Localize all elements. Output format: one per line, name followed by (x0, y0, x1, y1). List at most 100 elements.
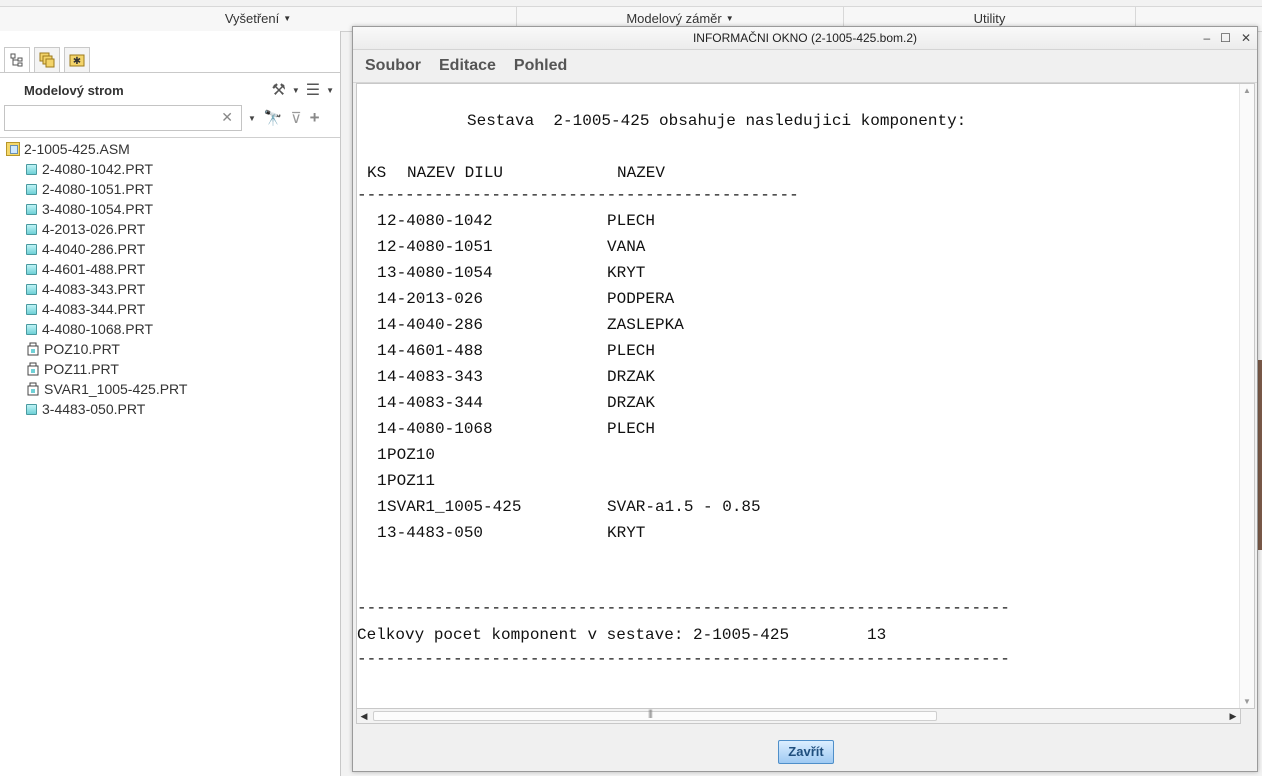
window-title: INFORMAČNI OKNO (2-1005-425.bom.2) (353, 27, 1257, 50)
separator-line: ----------------------------------------… (357, 599, 1010, 617)
tree-search-field[interactable]: ✕ (4, 105, 242, 131)
search-toolbar: ▼ 🔭 ⊽ + (248, 108, 320, 128)
tree-item-label: 3-4483-050.PRT (42, 401, 146, 417)
column-header-ks: KS (367, 164, 387, 182)
bom-row-part: 4-4083-343 (387, 368, 484, 386)
chevron-down-icon[interactable]: ▼ (292, 86, 300, 95)
tree-item-label: 4-4080-1068.PRT (42, 321, 154, 337)
column-header-name: NAZEV (617, 164, 666, 182)
bom-row-name: ZASLEPKA (607, 316, 684, 334)
horizontal-scrollbar[interactable]: ◀ ||| ▶ (356, 708, 1241, 724)
menu-editace[interactable]: Editace (439, 57, 496, 75)
tree-item-label: 2-4080-1042.PRT (42, 161, 154, 177)
chevron-down-icon[interactable]: ▼ (326, 86, 334, 95)
close-icon[interactable]: ✕ (1241, 31, 1251, 45)
bulk-part-icon (27, 382, 39, 396)
bom-row-name: KRYT (607, 264, 646, 282)
total-value: 13 (867, 626, 887, 644)
bom-row-part: 4-4080-1068 (387, 420, 493, 438)
tree-item-label: POZ10.PRT (44, 341, 120, 357)
part-icon (26, 323, 37, 335)
tree-item-label: 2-1005-425.ASM (24, 141, 130, 157)
bom-row-quantity: 1 (377, 472, 387, 490)
column-header-part: NAZEV DILU (407, 164, 504, 182)
report-heading: Sestava 2-1005-425 obsahuje nasledujici … (467, 112, 967, 130)
show-list-icon[interactable]: ☰ (306, 80, 320, 100)
scroll-down-icon[interactable]: ▼ (1240, 697, 1254, 706)
add-icon[interactable]: + (310, 108, 320, 128)
model-tree-panel: ✱ Modelový strom ⚒ ▼ ☰ ▼ ✕ ▼ 🔭 ⊽ + 2-100… (0, 31, 341, 776)
part-icon (26, 243, 37, 255)
search-input[interactable] (8, 107, 217, 131)
ribbon-tab-label: Utility (973, 11, 1006, 26)
tree-item[interactable]: 2-4080-1051.PRT (6, 179, 187, 199)
part-icon (26, 223, 37, 235)
tree-item[interactable]: 4-2013-026.PRT (6, 219, 187, 239)
bom-row-part: SVAR1_1005-425 (387, 498, 522, 516)
menu-soubor[interactable]: Soubor (365, 57, 421, 75)
window-controls: – ☐ ✕ (1203, 27, 1251, 49)
part-icon (26, 203, 37, 215)
scroll-right-icon[interactable]: ▶ (1226, 709, 1240, 723)
tree-item[interactable]: SVAR1_1005-425.PRT (6, 379, 187, 399)
tree-item-label: 4-4083-344.PRT (42, 301, 146, 317)
bom-row-quantity: 1 (377, 446, 387, 464)
maximize-icon[interactable]: ☐ (1220, 31, 1231, 45)
tree-item[interactable]: 3-4080-1054.PRT (6, 199, 187, 219)
dropdown-caret-icon: ▼ (725, 14, 734, 23)
tab-layers[interactable] (34, 47, 60, 73)
tab-model-tree[interactable] (4, 47, 30, 73)
bom-row-name: VANA (607, 238, 646, 256)
bom-row-name: PLECH (607, 212, 656, 230)
minimize-icon[interactable]: – (1203, 31, 1210, 45)
tree-root-assembly[interactable]: 2-1005-425.ASM (6, 139, 187, 159)
tree-item-label: 4-4083-343.PRT (42, 281, 146, 297)
tree-item[interactable]: 4-4040-286.PRT (6, 239, 187, 259)
tree-item[interactable]: 4-4083-343.PRT (6, 279, 187, 299)
bom-row-part: 4-4083-344 (387, 394, 484, 412)
filter-icon[interactable]: ⊽ (291, 109, 302, 127)
tree-item[interactable]: 2-4080-1042.PRT (6, 159, 187, 179)
part-icon (26, 283, 37, 295)
part-icon (26, 183, 37, 195)
bom-row-part: 2-4080-1051 (387, 238, 493, 256)
bom-row-part: 2-4080-1042 (387, 212, 493, 230)
tree-item[interactable]: 3-4483-050.PRT (6, 399, 187, 419)
tab-favorites[interactable]: ✱ (64, 47, 90, 73)
tree-item[interactable]: POZ11.PRT (6, 359, 187, 379)
total-label: Celkovy pocet komponent v sestave: 2-100… (357, 626, 790, 644)
bom-row-quantity: 1 (377, 524, 387, 542)
window-menubar: Soubor Editace Pohled (353, 50, 1257, 83)
bom-row-part: 4-2013-026 (387, 290, 484, 308)
scroll-left-icon[interactable]: ◀ (357, 709, 371, 723)
clear-icon[interactable]: ✕ (221, 109, 233, 126)
bom-row-name: PLECH (607, 342, 656, 360)
bom-row-part: 3-4483-050 (387, 524, 484, 542)
model-tree: 2-1005-425.ASM 2-4080-1042.PRT 2-4080-10… (6, 139, 187, 419)
tree-toolbar: ⚒ ▼ ☰ ▼ (271, 79, 334, 101)
ribbon-tab-label: Vyšetření (224, 11, 280, 26)
tree-item[interactable]: 4-4601-488.PRT (6, 259, 187, 279)
scroll-up-icon[interactable]: ▲ (1240, 86, 1254, 95)
separator-line: ----------------------------------------… (357, 650, 1010, 668)
separator-line: ----------------------------------------… (357, 186, 799, 204)
report-text-area[interactable]: Sestava 2-1005-425 obsahuje nasledujici … (356, 83, 1255, 709)
bom-row-quantity: 1 (377, 212, 387, 230)
vertical-scrollbar[interactable]: ▲ ▼ (1239, 84, 1254, 708)
bom-row-name: PODPERA (607, 290, 675, 308)
tree-item[interactable]: 4-4080-1068.PRT (6, 319, 187, 339)
chevron-down-icon[interactable]: ▼ (248, 114, 256, 123)
tree-item[interactable]: POZ10.PRT (6, 339, 187, 359)
bom-row-quantity: 1 (377, 394, 387, 412)
ribbon-tab-label: Modelový záměr (626, 11, 722, 26)
close-button[interactable]: Zavřít (778, 740, 834, 764)
grip-icon: ||| (648, 708, 653, 718)
bom-row-quantity: 1 (377, 264, 387, 282)
bom-row-quantity: 1 (377, 316, 387, 334)
menu-pohled[interactable]: Pohled (514, 57, 567, 75)
settings-tools-icon[interactable]: ⚒ (271, 80, 285, 100)
tree-item[interactable]: 4-4083-344.PRT (6, 299, 187, 319)
scroll-thumb[interactable]: ||| (373, 708, 937, 721)
divider (0, 137, 340, 138)
binoculars-icon[interactable]: 🔭 (264, 109, 283, 127)
